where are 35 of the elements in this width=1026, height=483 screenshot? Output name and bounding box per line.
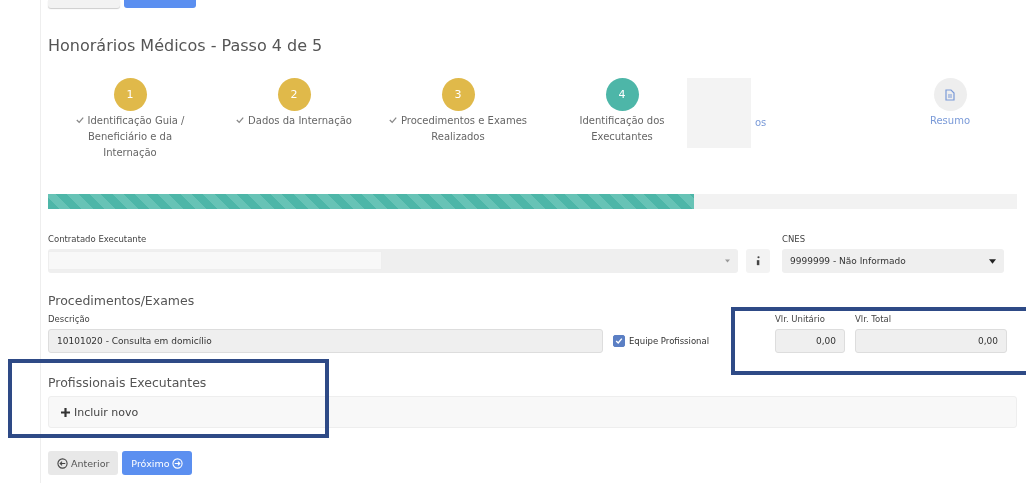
check-icon [75, 116, 84, 124]
section-heading: Profissionais Executantes [48, 375, 208, 390]
page-title: Honorários Médicos - Passo 4 de 5 [48, 36, 324, 57]
step-circle[interactable] [933, 78, 967, 111]
field-label: Vlr. Total [855, 314, 893, 324]
step-label: Procedimentos e Exames Realizados [388, 113, 528, 145]
button-edge[interactable] [124, 0, 196, 8]
field-label: Contratado Executante [48, 234, 148, 244]
info-button[interactable] [746, 249, 770, 273]
team-checkbox[interactable]: Equipe Profissional [613, 329, 763, 353]
step-label: Dados da Internação [236, 113, 352, 129]
total-value-field[interactable]: 0,00 [855, 329, 1007, 353]
add-new-button[interactable]: Incluir novo [61, 405, 139, 419]
arrow-right-icon [172, 457, 184, 469]
step-label: Identificação dos Executantes [578, 114, 666, 144]
step-label: Identificação Guia / Beneficiário e da Internação [74, 113, 186, 161]
button-edge[interactable] [48, 0, 120, 8]
field-label: Vlr. Unitário [775, 314, 826, 324]
field-label: Descrição [48, 314, 91, 324]
document-icon [945, 88, 955, 101]
description-field[interactable]: 10101020 - Consulta em domicílio [48, 329, 603, 353]
unit-value-field[interactable]: 0,00 [775, 329, 845, 353]
arrow-left-icon [57, 457, 68, 469]
check-icon [388, 116, 397, 124]
cnes-select[interactable]: 9999999 - Não Informado [782, 249, 1004, 273]
check-icon [615, 337, 623, 345]
check-icon [236, 116, 245, 124]
caret-icon [989, 258, 996, 264]
field-label: CNES [782, 234, 807, 244]
previous-button[interactable]: Anterior [48, 451, 119, 475]
caret-icon [725, 259, 730, 263]
plus-icon [61, 407, 70, 417]
contractor-select[interactable] [48, 249, 738, 273]
section-heading: Procedimentos/Exames [48, 293, 196, 308]
info-icon [755, 256, 761, 266]
